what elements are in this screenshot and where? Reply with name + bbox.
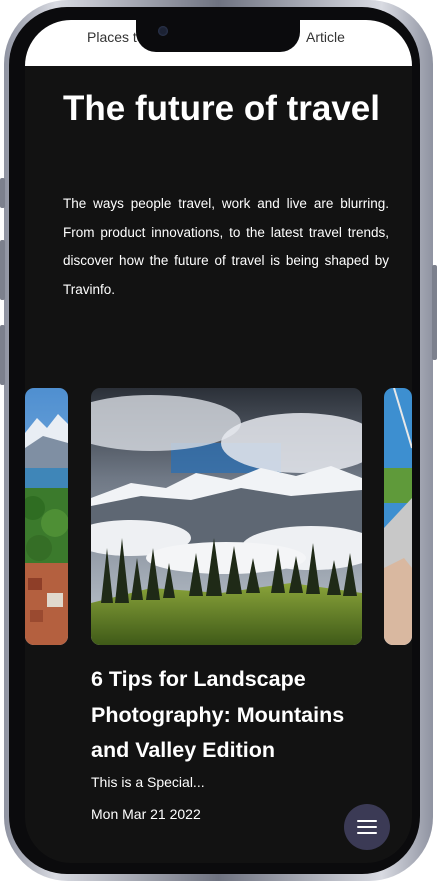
hamburger-menu-icon-bar [357,826,377,828]
lake-town-image [25,388,68,645]
article-excerpt: This is a Special... [91,774,205,790]
mute-switch [0,178,5,208]
article-title[interactable]: 6 Tips for Landscape Photography: Mounta… [91,662,381,769]
road-trip-image [384,388,412,645]
mountain-landscape-image [91,388,362,645]
notch [136,20,300,52]
hamburger-menu-icon [357,820,377,822]
page-title: The future of travel [63,89,380,128]
tab-article[interactable]: Article [306,29,345,45]
front-camera-icon [158,26,168,36]
volume-up-button [0,240,5,300]
article-date: Mon Mar 21 2022 [91,806,201,822]
screen: Places to Article The future of travel T… [25,20,412,863]
menu-button[interactable] [344,804,390,850]
carousel-card-previous[interactable] [25,388,68,645]
page-description: The ways people travel, work and live ar… [63,196,389,297]
carousel-card-next[interactable] [384,388,412,645]
volume-down-button [0,325,5,385]
power-button [432,265,437,360]
hamburger-menu-icon-bar [357,832,377,834]
carousel-card-current[interactable] [91,388,362,645]
